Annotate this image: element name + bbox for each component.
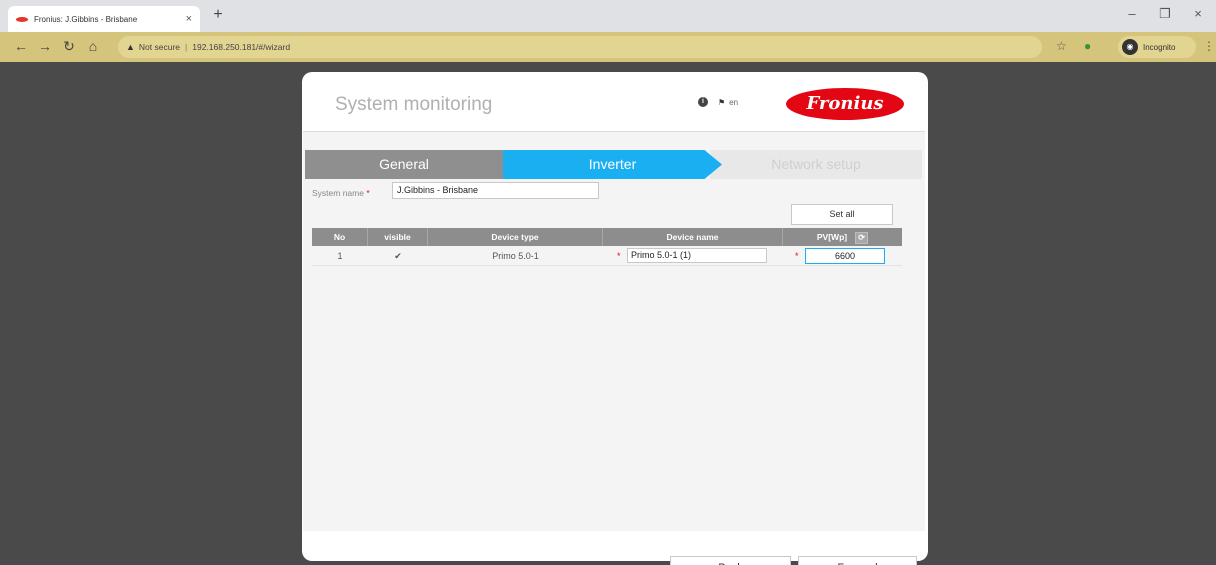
wizard-content: General Network setup Inverter System na…	[303, 131, 925, 565]
forward-button[interactable]: Forward	[798, 556, 917, 565]
address-separator: |	[185, 42, 188, 52]
reload-icon[interactable]: ↻	[60, 38, 78, 55]
forward-arrow-icon[interactable]: →	[36, 38, 54, 54]
device-name-input[interactable]: Primo 5.0-1 (1)	[627, 248, 767, 263]
evernote-extension-icon[interactable]: ●	[1084, 39, 1091, 53]
wizard-steps: General Network setup Inverter	[305, 150, 922, 179]
system-name-label: System name *	[312, 188, 370, 198]
cell-device-name: * Primo 5.0-1 (1)	[603, 246, 783, 265]
wizard-panel: System monitoring i ⚑ en Fronius General…	[302, 72, 928, 565]
url-text: 192.168.250.181/#/wizard	[192, 42, 291, 52]
visible-checkbox[interactable]: ✔	[368, 246, 428, 265]
set-all-button[interactable]: Set all	[791, 204, 893, 225]
inverter-table: No visible Device type Device name PV[Wp…	[312, 228, 902, 266]
fronius-logo: Fronius	[786, 88, 904, 120]
incognito-label: Incognito	[1143, 42, 1176, 52]
page-title: System monitoring	[335, 94, 493, 115]
info-icon[interactable]: i	[698, 97, 708, 107]
system-name-label-text: System name	[312, 188, 364, 198]
tab-title: Fronius: J.Gibbins - Brisbane	[34, 14, 138, 24]
step-inverter[interactable]: Inverter	[503, 150, 722, 179]
home-icon[interactable]: ⌂	[84, 38, 102, 54]
required-mark: *	[617, 251, 621, 261]
window-close-icon[interactable]: ×	[1188, 6, 1208, 21]
pv-input[interactable]: 6600	[805, 248, 885, 264]
required-mark: *	[795, 251, 799, 261]
back-arrow-icon[interactable]: ←	[12, 38, 30, 54]
column-header-pv-label: PV[Wp]	[816, 232, 848, 242]
warning-icon: ▲	[126, 42, 135, 52]
menu-kebab-icon[interactable]: ⋮	[1203, 39, 1215, 53]
refresh-icon[interactable]: ⟳	[855, 231, 869, 244]
close-tab-icon[interactable]: ×	[186, 13, 192, 25]
minimize-icon[interactable]: –	[1122, 6, 1142, 21]
column-header-pv: PV[Wp] ⟳	[783, 228, 902, 246]
table-row: 1 ✔ Primo 5.0-1 * Primo 5.0-1 (1) * 6600	[312, 246, 902, 266]
column-header-visible: visible	[368, 228, 428, 246]
cell-no: 1	[337, 251, 343, 261]
language-label[interactable]: en	[729, 98, 738, 107]
browser-toolbar: ← → ↻ ⌂ ▲ Not secure | 192.168.250.181/#…	[0, 32, 1216, 62]
security-label: Not secure	[138, 42, 181, 52]
browser-tab-bar: Fronius: J.Gibbins - Brisbane × + – ❐ ×	[0, 0, 1216, 32]
column-header-device-name: Device name	[603, 228, 783, 246]
checkmark-icon: ✔	[394, 251, 402, 261]
incognito-badge[interactable]: ◉ Incognito	[1118, 36, 1196, 58]
new-tab-button[interactable]: +	[207, 6, 229, 24]
step-network-setup: Network setup	[710, 150, 922, 179]
system-name-input[interactable]: J.Gibbins - Brisbane	[392, 182, 599, 199]
required-mark: *	[366, 188, 370, 198]
address-bar[interactable]: ▲ Not secure | 192.168.250.181/#/wizard	[118, 36, 1042, 58]
incognito-icon: ◉	[1122, 39, 1138, 55]
column-header-device-type: Device type	[428, 228, 603, 246]
maximize-icon[interactable]: ❐	[1155, 6, 1175, 22]
bookmark-star-icon[interactable]: ☆	[1056, 39, 1067, 53]
cell-pv: * 6600	[783, 246, 902, 265]
browser-tab[interactable]: Fronius: J.Gibbins - Brisbane ×	[8, 6, 200, 32]
back-button[interactable]: Back	[670, 556, 791, 565]
step-general[interactable]: General	[305, 150, 503, 179]
header-tools: i ⚑ en	[698, 97, 738, 107]
language-flag-icon[interactable]: ⚑	[718, 98, 725, 107]
cell-device-type: Primo 5.0-1	[492, 251, 539, 261]
table-header: No visible Device type Device name PV[Wp…	[312, 228, 902, 246]
fronius-favicon-icon	[16, 16, 28, 22]
column-header-no: No	[312, 228, 368, 246]
